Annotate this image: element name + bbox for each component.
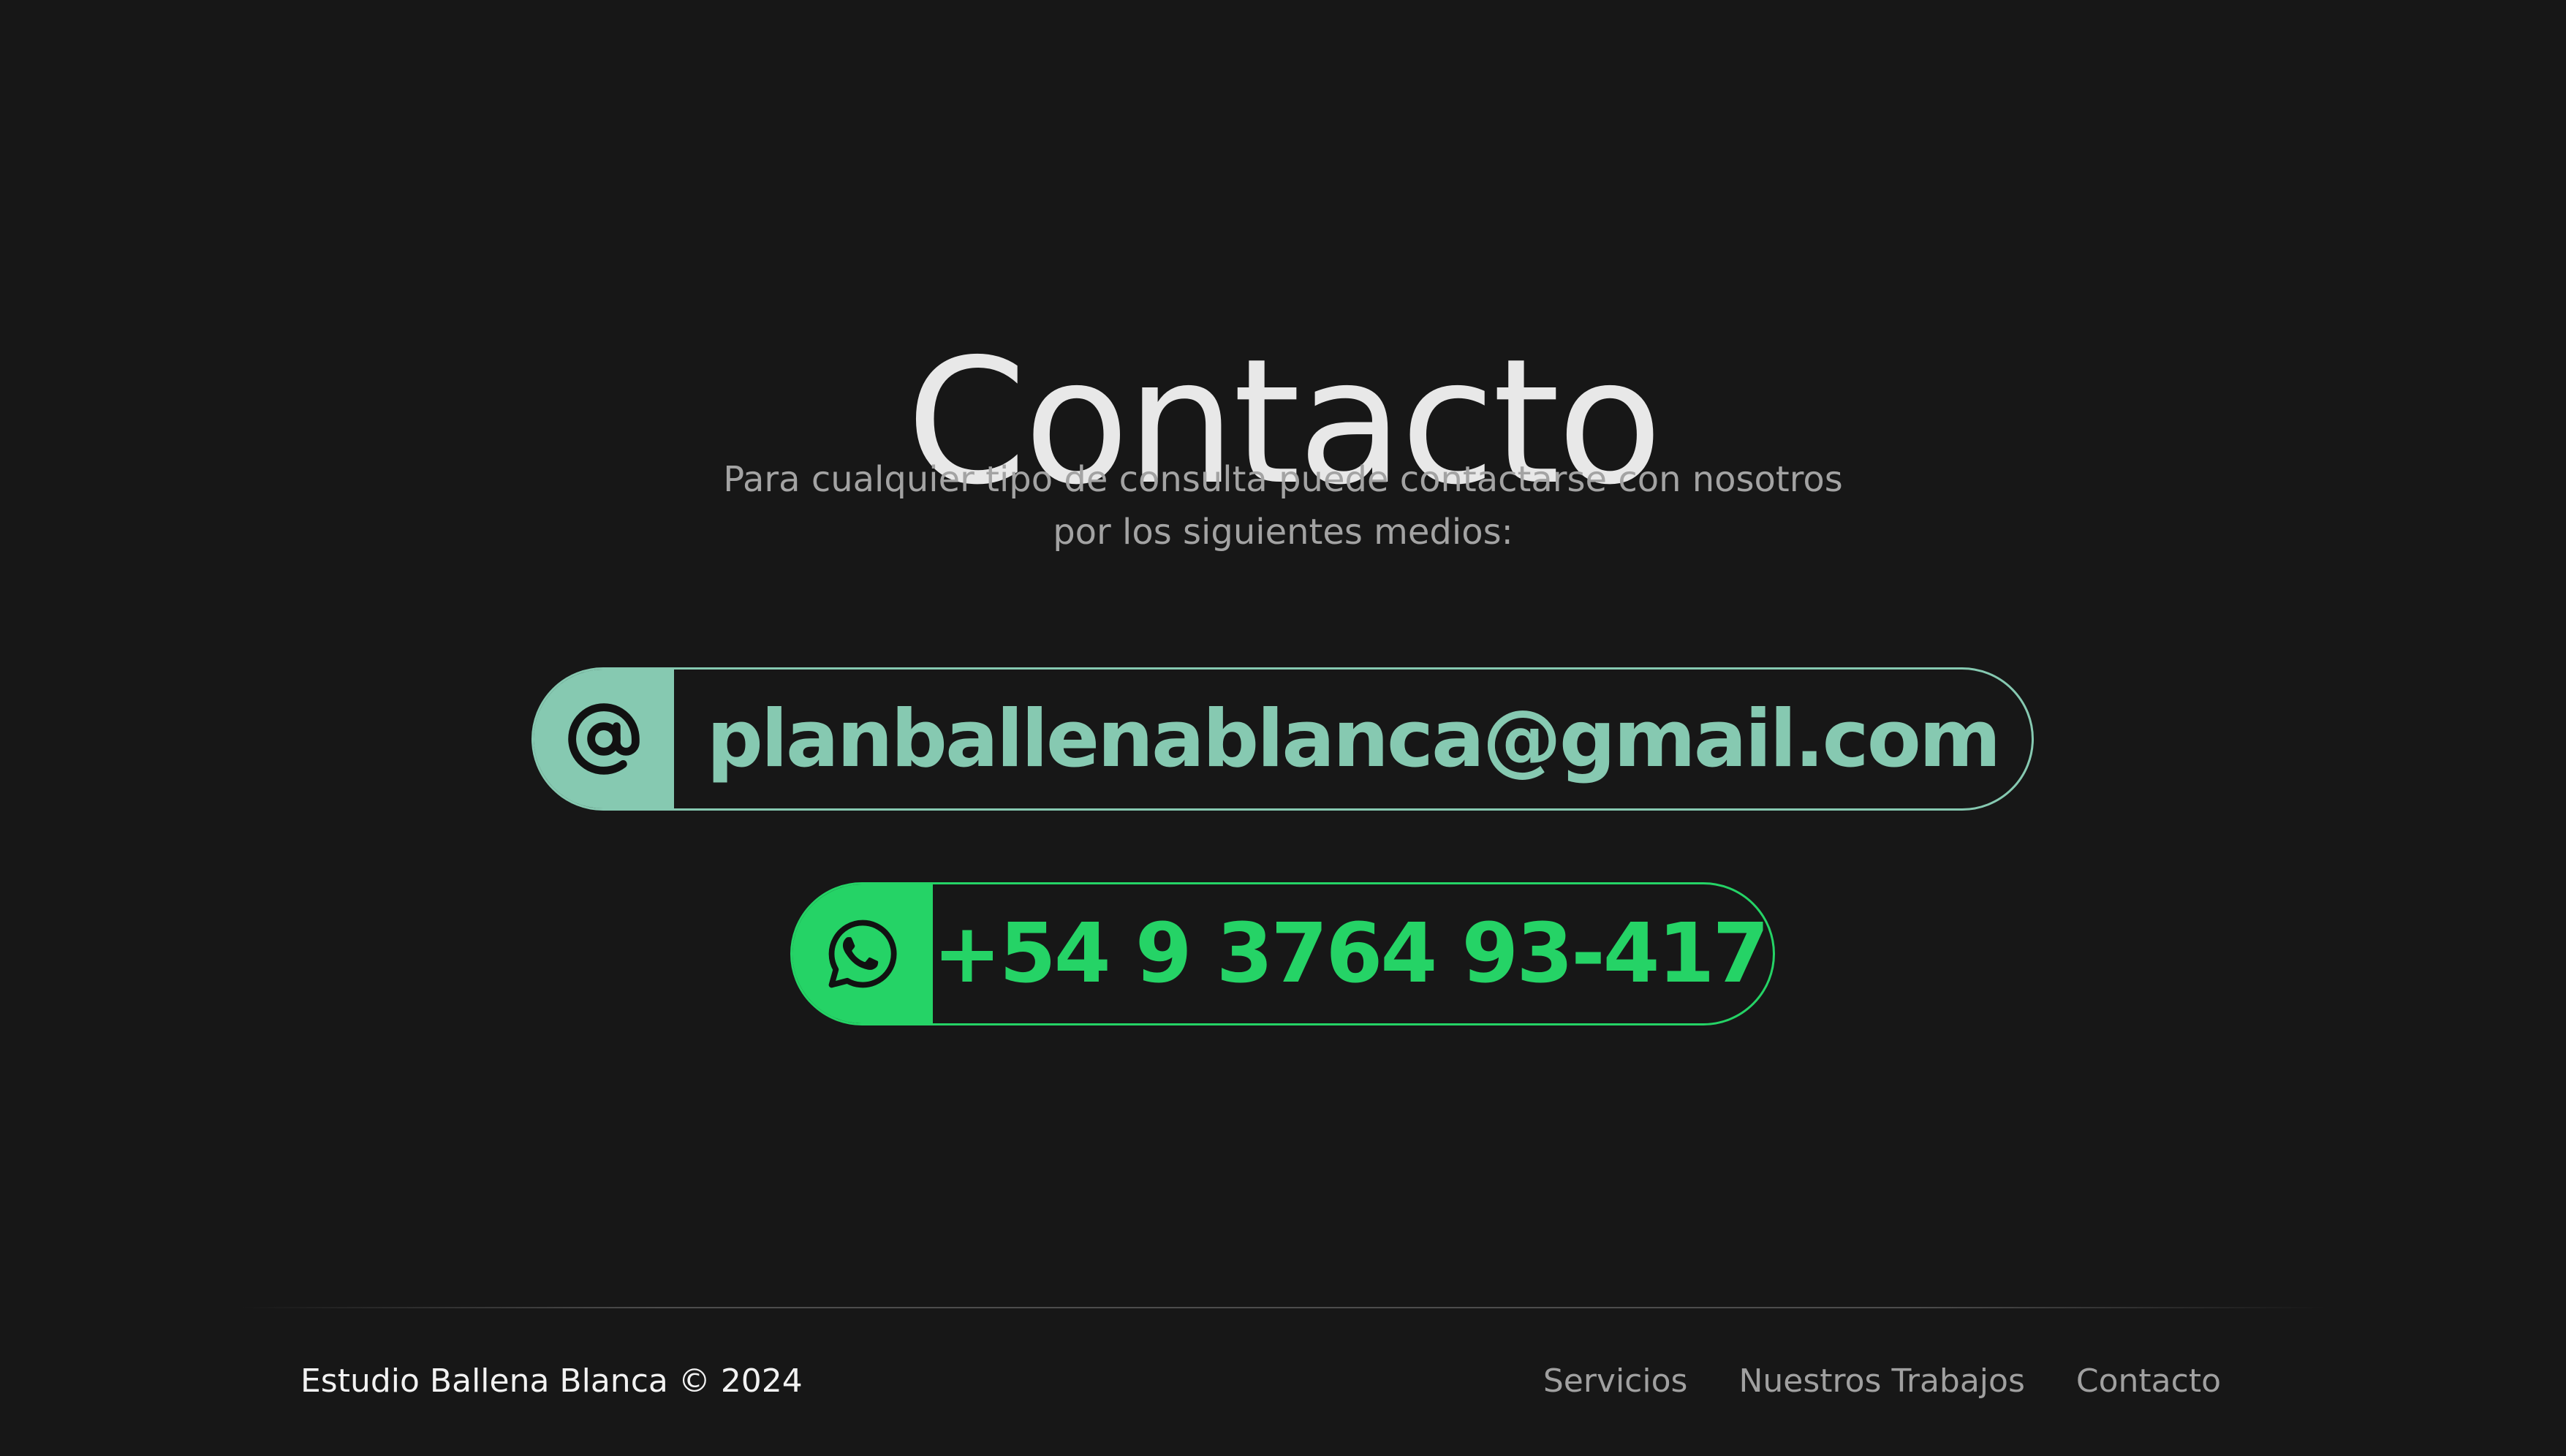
phone-number: +54 9 3764 93-4171: [933, 906, 1775, 1001]
footer-link-servicios[interactable]: Servicios: [1543, 1360, 1688, 1403]
email-address: planballenablanca@gmail.com: [706, 693, 2002, 785]
email-contact-button[interactable]: planballenablanca@gmail.com: [531, 667, 2034, 811]
footer-nav: Servicios Nuestros Trabajos Contacto: [1543, 1360, 2221, 1403]
whatsapp-icon: [792, 884, 933, 1023]
subtitle-line-1: Para cualquier tipo de consulta puede co…: [723, 459, 1843, 500]
at-sign-icon: [534, 670, 674, 808]
subtitle-line-2: por los siguientes medios:: [1053, 512, 1513, 553]
footer-copyright: Estudio Ballena Blanca © 2024: [300, 1362, 803, 1400]
whatsapp-contact-button[interactable]: +54 9 3764 93-4171: [790, 882, 1775, 1025]
footer-link-nuestros-trabajos[interactable]: Nuestros Trabajos: [1738, 1360, 2024, 1403]
footer-link-contacto[interactable]: Contacto: [2076, 1360, 2221, 1403]
page-subtitle: Para cualquier tipo de consulta puede co…: [0, 453, 2566, 558]
footer-divider: [241, 1307, 2325, 1308]
